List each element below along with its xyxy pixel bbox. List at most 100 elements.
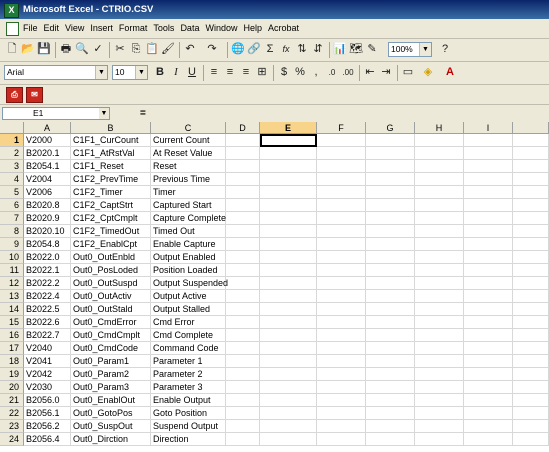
cell-c6[interactable]: Captured Start bbox=[151, 199, 226, 212]
cell-b3[interactable]: C1F1_Reset bbox=[71, 160, 151, 173]
pdf-icon[interactable]: ⎙ bbox=[6, 87, 23, 103]
cell-a11[interactable]: B2022.1 bbox=[24, 264, 71, 277]
cell-b4[interactable]: C1F2_PrevTime bbox=[71, 173, 151, 186]
cell-d10[interactable] bbox=[226, 251, 260, 264]
cell-a2[interactable]: B2020.1 bbox=[24, 147, 71, 160]
cell-e14[interactable] bbox=[260, 303, 317, 316]
cell-f21[interactable] bbox=[317, 394, 366, 407]
cell-b9[interactable]: C1F2_EnablCpt bbox=[71, 238, 151, 251]
cell-g16[interactable] bbox=[366, 329, 415, 342]
cell-g15[interactable] bbox=[366, 316, 415, 329]
cell-d21[interactable] bbox=[226, 394, 260, 407]
cell-d3[interactable] bbox=[226, 160, 260, 173]
cell-d6[interactable] bbox=[226, 199, 260, 212]
cell-e10[interactable] bbox=[260, 251, 317, 264]
cell-b24[interactable]: Out0_Dirction bbox=[71, 433, 151, 446]
autosum-icon[interactable]: Σ bbox=[262, 42, 278, 57]
cell-f13[interactable] bbox=[317, 290, 366, 303]
cell-g21[interactable] bbox=[366, 394, 415, 407]
cell-e19[interactable] bbox=[260, 368, 317, 381]
cell-i12[interactable] bbox=[464, 277, 513, 290]
hyperlink-icon[interactable]: 🌐 bbox=[230, 42, 246, 57]
cell-f17[interactable] bbox=[317, 342, 366, 355]
cell-i20[interactable] bbox=[464, 381, 513, 394]
cell-f1[interactable] bbox=[317, 134, 366, 147]
cell-i3[interactable] bbox=[464, 160, 513, 173]
cell-e4[interactable] bbox=[260, 173, 317, 186]
cell-h24[interactable] bbox=[415, 433, 464, 446]
cell-c15[interactable]: Cmd Error bbox=[151, 316, 226, 329]
cell-h2[interactable] bbox=[415, 147, 464, 160]
cell-a4[interactable]: V2004 bbox=[24, 173, 71, 186]
cell-b17[interactable]: Out0_CmdCode bbox=[71, 342, 151, 355]
increase-decimal-icon[interactable]: .0 bbox=[324, 65, 340, 80]
cell-h5[interactable] bbox=[415, 186, 464, 199]
print-preview-icon[interactable]: 🔍 bbox=[74, 42, 90, 57]
cell-i15[interactable] bbox=[464, 316, 513, 329]
cell-a21[interactable]: B2056.0 bbox=[24, 394, 71, 407]
underline-button[interactable]: U bbox=[184, 65, 200, 80]
cell-e17[interactable] bbox=[260, 342, 317, 355]
cell-d20[interactable] bbox=[226, 381, 260, 394]
cell-g20[interactable] bbox=[366, 381, 415, 394]
cell-h13[interactable] bbox=[415, 290, 464, 303]
cell-a7[interactable]: B2020.9 bbox=[24, 212, 71, 225]
cell-i17[interactable] bbox=[464, 342, 513, 355]
cell-b1[interactable]: C1F1_CurCount bbox=[71, 134, 151, 147]
cell-c13[interactable]: Output Active bbox=[151, 290, 226, 303]
cell-h23[interactable] bbox=[415, 420, 464, 433]
row-header-6[interactable]: 6 bbox=[0, 199, 24, 212]
cell-c1[interactable]: Current Count bbox=[151, 134, 226, 147]
bold-button[interactable]: B bbox=[152, 65, 168, 80]
cell-a19[interactable]: V2042 bbox=[24, 368, 71, 381]
cell-h20[interactable] bbox=[415, 381, 464, 394]
cell-h11[interactable] bbox=[415, 264, 464, 277]
menu-help[interactable]: Help bbox=[243, 19, 262, 38]
cell-g5[interactable] bbox=[366, 186, 415, 199]
cell-h6[interactable] bbox=[415, 199, 464, 212]
cell-a20[interactable]: V2030 bbox=[24, 381, 71, 394]
row-header-3[interactable]: 3 bbox=[0, 160, 24, 173]
pdf-email-icon[interactable]: ✉ bbox=[26, 87, 43, 103]
cell-b20[interactable]: Out0_Param3 bbox=[71, 381, 151, 394]
row-header-4[interactable]: 4 bbox=[0, 173, 24, 186]
cell-g17[interactable] bbox=[366, 342, 415, 355]
cell-f9[interactable] bbox=[317, 238, 366, 251]
cell-a6[interactable]: B2020.8 bbox=[24, 199, 71, 212]
font-name-select[interactable]: Arial ▼ bbox=[4, 65, 108, 80]
web-toolbar-icon[interactable]: 🔗 bbox=[246, 42, 262, 57]
cell-e6[interactable] bbox=[260, 199, 317, 212]
cell-c23[interactable]: Suspend Output bbox=[151, 420, 226, 433]
column-header-c[interactable]: C bbox=[151, 122, 226, 134]
cell-b13[interactable]: Out0_OutActiv bbox=[71, 290, 151, 303]
row-header-7[interactable]: 7 bbox=[0, 212, 24, 225]
menu-tools[interactable]: Tools bbox=[153, 19, 174, 38]
cell-e8[interactable] bbox=[260, 225, 317, 238]
row-header-16[interactable]: 16 bbox=[0, 329, 24, 342]
workbook-icon[interactable] bbox=[6, 22, 19, 36]
undo-icon[interactable]: ↶ bbox=[182, 42, 198, 57]
cell-a23[interactable]: B2056.2 bbox=[24, 420, 71, 433]
cell-d14[interactable] bbox=[226, 303, 260, 316]
menu-file[interactable]: File bbox=[23, 19, 38, 38]
paste-icon[interactable]: 📋 bbox=[144, 42, 160, 57]
cell-c24[interactable]: Direction bbox=[151, 433, 226, 446]
cell-i6[interactable] bbox=[464, 199, 513, 212]
cell-e7[interactable] bbox=[260, 212, 317, 225]
cell-a1[interactable]: V2000 bbox=[24, 134, 71, 147]
cell-h10[interactable] bbox=[415, 251, 464, 264]
cell-d19[interactable] bbox=[226, 368, 260, 381]
cell-h1[interactable] bbox=[415, 134, 464, 147]
cell-i9[interactable] bbox=[464, 238, 513, 251]
cell-d9[interactable] bbox=[226, 238, 260, 251]
format-painter-icon[interactable]: 🖌 bbox=[160, 42, 176, 57]
cell-c4[interactable]: Previous Time bbox=[151, 173, 226, 186]
map-icon[interactable]: 🗺 bbox=[348, 42, 364, 57]
cell-f14[interactable] bbox=[317, 303, 366, 316]
cell-b21[interactable]: Out0_EnablOut bbox=[71, 394, 151, 407]
cell-c12[interactable]: Output Suspended bbox=[151, 277, 228, 290]
cell-d16[interactable] bbox=[226, 329, 260, 342]
cell-b22[interactable]: Out0_GotoPos bbox=[71, 407, 151, 420]
row-header-15[interactable]: 15 bbox=[0, 316, 24, 329]
cell-g6[interactable] bbox=[366, 199, 415, 212]
